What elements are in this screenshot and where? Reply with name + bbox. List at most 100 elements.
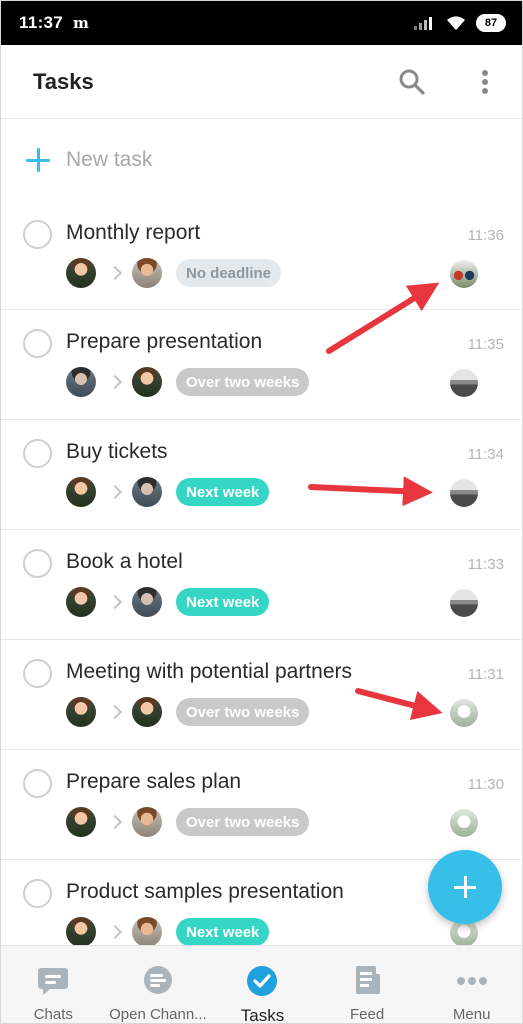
open-channels-icon — [141, 964, 175, 998]
task-participants: Next week — [66, 477, 270, 507]
nav-item-tasks[interactable]: Tasks — [210, 946, 315, 1024]
wifi-icon — [447, 16, 465, 30]
nav-item-label: Feed — [349, 1006, 385, 1023]
task-participants: No deadline — [66, 258, 282, 288]
task-complete-checkbox[interactable] — [23, 549, 52, 578]
carrier-icon: m — [73, 14, 89, 32]
creator-avatar[interactable] — [66, 258, 96, 288]
task-participants: Next week — [66, 917, 270, 947]
more-horizontal-icon — [455, 964, 489, 998]
deadline-badge[interactable]: Over two weeks — [176, 698, 310, 726]
task-list: Monthly report 11:36 No deadline Prepare… — [1, 201, 522, 969]
nav-item-chats[interactable]: Chats — [1, 946, 106, 1023]
task-title: Book a hotel — [66, 550, 183, 573]
chevron-right-icon — [110, 265, 122, 281]
task-title: Product samples presentation — [66, 880, 344, 903]
creator-avatar[interactable] — [66, 697, 96, 727]
deadline-badge[interactable]: Over two weeks — [176, 808, 310, 836]
task-time: 11:35 — [467, 336, 504, 353]
task-complete-checkbox[interactable] — [23, 329, 52, 358]
task-row[interactable]: Book a hotel 11:33 Next week — [1, 529, 522, 639]
assignee-avatar[interactable] — [132, 477, 162, 507]
nav-item-open-chann[interactable]: Open Chann... — [106, 946, 211, 1023]
feed-icon — [350, 964, 384, 998]
nav-item-label: Tasks — [240, 1006, 285, 1024]
chat-avatar[interactable] — [450, 369, 478, 397]
task-title: Prepare presentation — [66, 330, 263, 353]
creator-avatar[interactable] — [66, 477, 96, 507]
creator-avatar[interactable] — [66, 807, 96, 837]
plus-icon — [454, 876, 476, 898]
task-title: Buy tickets — [66, 440, 168, 463]
task-complete-checkbox[interactable] — [23, 879, 52, 908]
task-complete-checkbox[interactable] — [23, 769, 52, 798]
chevron-right-icon — [110, 484, 122, 500]
task-participants: Over two weeks — [66, 697, 310, 727]
task-time: 11:30 — [467, 776, 504, 793]
task-title: Prepare sales plan — [66, 770, 242, 793]
assignee-avatar[interactable] — [132, 258, 162, 288]
chevron-right-icon — [110, 374, 122, 390]
task-time: 11:31 — [467, 666, 504, 683]
check-circle-icon — [245, 964, 279, 998]
task-row[interactable]: Prepare sales plan 11:30 Over two weeks — [1, 749, 522, 859]
task-participants: Over two weeks — [66, 367, 310, 397]
chevron-right-icon — [110, 704, 122, 720]
chevron-right-icon — [110, 924, 122, 940]
chat-avatar[interactable] — [450, 479, 478, 507]
deadline-badge[interactable]: Over two weeks — [176, 368, 310, 396]
assignee-avatar[interactable] — [132, 587, 162, 617]
task-time: 11:36 — [467, 227, 504, 244]
status-time: 11:37 — [19, 13, 64, 32]
task-complete-checkbox[interactable] — [23, 439, 52, 468]
task-title: Meeting with potential partners — [66, 660, 352, 683]
nav-item-label: Chats — [33, 1006, 73, 1023]
deadline-badge[interactable]: Next week — [176, 918, 270, 946]
assignee-avatar[interactable] — [132, 697, 162, 727]
chevron-right-icon — [110, 594, 122, 610]
task-title: Monthly report — [66, 221, 201, 244]
add-task-fab[interactable] — [428, 850, 502, 924]
signal-icon — [414, 17, 432, 30]
task-row[interactable]: Prepare presentation 11:35 Over two week… — [1, 309, 522, 419]
task-time: 11:33 — [467, 556, 504, 573]
bottom-navigation: Chats Open Chann... Tasks Feed Menu — [1, 945, 522, 1024]
task-row[interactable]: Monthly report 11:36 No deadline — [1, 201, 522, 309]
nav-item-menu[interactable]: Menu — [419, 946, 522, 1023]
assignee-avatar[interactable] — [132, 367, 162, 397]
deadline-badge[interactable]: No deadline — [176, 259, 282, 287]
creator-avatar[interactable] — [66, 367, 96, 397]
page-title: Tasks — [33, 68, 94, 94]
creator-avatar[interactable] — [66, 917, 96, 947]
chat-avatar[interactable] — [450, 809, 478, 837]
chat-avatar[interactable] — [450, 589, 478, 617]
more-vertical-icon[interactable] — [473, 67, 497, 97]
task-participants: Next week — [66, 587, 270, 617]
battery-indicator: 87 — [476, 14, 506, 32]
deadline-badge[interactable]: Next week — [176, 478, 270, 506]
assignee-avatar[interactable] — [132, 807, 162, 837]
task-row[interactable]: Buy tickets 11:34 Next week — [1, 419, 522, 529]
new-task-label: New task — [66, 148, 153, 171]
task-row[interactable]: Meeting with potential partners 11:31 Ov… — [1, 639, 522, 749]
nav-item-label: Menu — [452, 1006, 491, 1023]
task-complete-checkbox[interactable] — [23, 220, 52, 249]
search-icon[interactable] — [397, 67, 427, 97]
new-task-row[interactable]: New task — [1, 119, 522, 201]
chat-avatar[interactable] — [450, 260, 478, 288]
assignee-avatar[interactable] — [132, 917, 162, 947]
deadline-badge[interactable]: Next week — [176, 588, 270, 616]
creator-avatar[interactable] — [66, 587, 96, 617]
task-complete-checkbox[interactable] — [23, 659, 52, 688]
chevron-right-icon — [110, 814, 122, 830]
chat-bubble-icon — [36, 964, 70, 998]
task-time: 11:34 — [467, 446, 504, 463]
nav-item-label: Open Chann... — [109, 1006, 207, 1023]
app-frame: 11:37 m 87 Tasks New task Monthly report — [0, 0, 523, 1024]
task-participants: Over two weeks — [66, 807, 310, 837]
nav-item-feed[interactable]: Feed — [315, 946, 420, 1023]
app-header: Tasks — [1, 45, 522, 119]
status-bar: 11:37 m 87 — [1, 1, 522, 45]
chat-avatar[interactable] — [450, 699, 478, 727]
plus-icon — [25, 147, 51, 173]
